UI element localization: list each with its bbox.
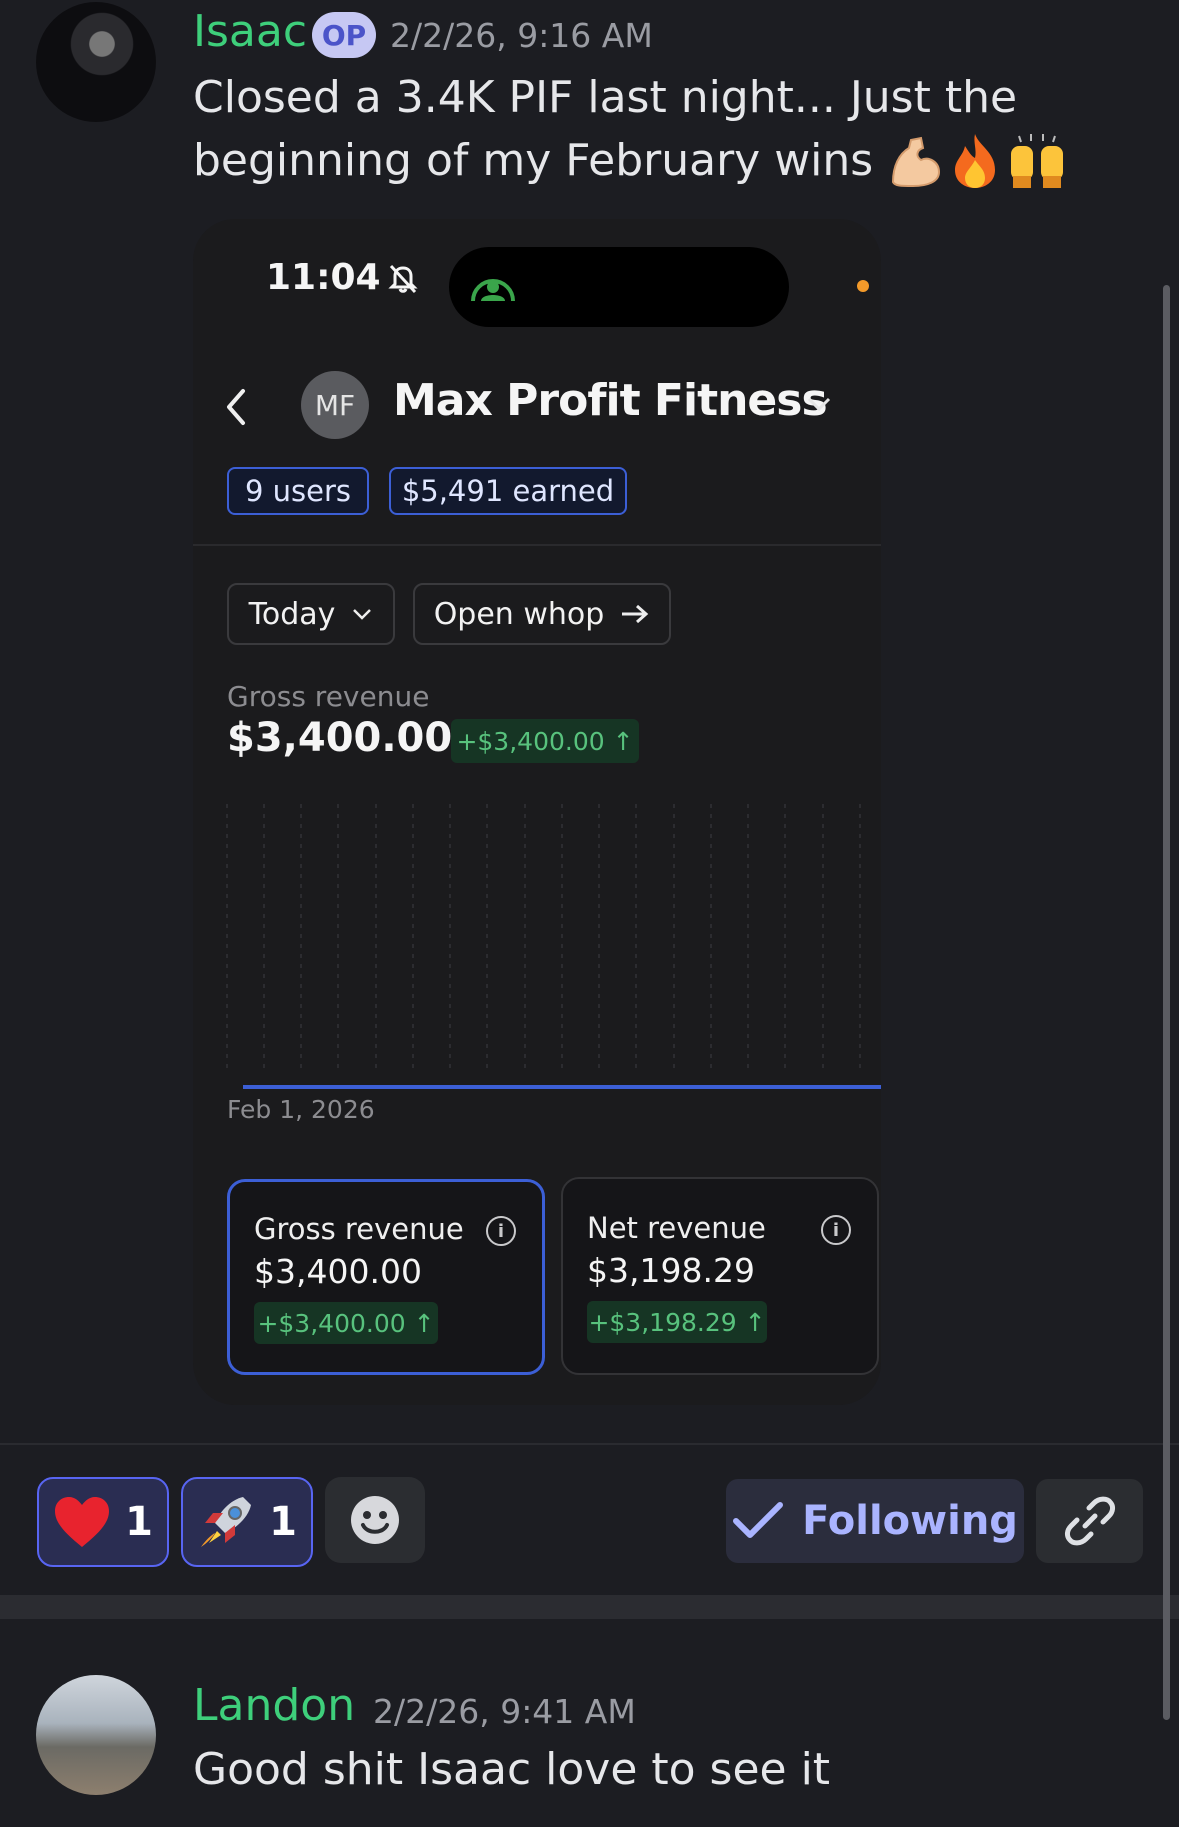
status-time: 11:04 [266, 257, 381, 298]
message-divider [0, 1443, 1179, 1445]
reaction-rocket-count: 1 [269, 1499, 297, 1545]
card-net-change: +$3,198.29 ↑ [587, 1301, 767, 1343]
gross-change-badge: +$3,400.00 ↑ [451, 719, 639, 763]
post-text-line1: Closed a 3.4K PIF last night... Just the [193, 72, 1018, 123]
earned-tag[interactable]: $5,491 earned [389, 467, 627, 515]
info-icon[interactable]: i [486, 1216, 516, 1246]
status-bar-time-row: 11:04 [266, 257, 419, 298]
period-dropdown[interactable]: Today [227, 583, 395, 645]
following-label: Following [802, 1498, 1018, 1544]
fire-icon [955, 133, 996, 188]
info-icon[interactable]: i [821, 1215, 851, 1245]
gross-revenue-value: $3,400.00 [227, 715, 453, 761]
chart-date-label: Feb 1, 2026 [227, 1095, 375, 1124]
header-divider [193, 544, 881, 546]
section-separator [0, 1595, 1179, 1619]
broadcast-icon [471, 279, 515, 302]
reply-text: Good shit Isaac love to see it [193, 1744, 831, 1795]
chevron-down-icon [353, 609, 372, 620]
users-tag[interactable]: 9 users [227, 467, 369, 515]
author-name[interactable]: Isaac [193, 6, 307, 57]
chevron-down-icon[interactable] [805, 395, 833, 415]
op-badge: OP [312, 12, 376, 58]
reaction-rocket[interactable]: 1 [181, 1477, 313, 1567]
smiley-icon [351, 1496, 399, 1544]
dynamic-island [449, 247, 789, 327]
open-whop-button[interactable]: Open whop [413, 583, 671, 645]
arrow-right-icon [622, 604, 649, 624]
flexed-biceps-icon [892, 136, 941, 187]
recording-dot [857, 280, 869, 292]
card-gross-change: +$3,400.00 ↑ [254, 1302, 438, 1344]
gross-revenue-label: Gross revenue [227, 680, 430, 713]
post-text-line2: beginning of my February wins [193, 135, 874, 186]
revenue-chart [226, 804, 881, 1089]
back-chevron-icon[interactable] [223, 387, 249, 427]
gross-revenue-card[interactable]: Gross revenue i $3,400.00 +$3,400.00 ↑ [227, 1179, 545, 1375]
post-text-line2-row: beginning of my February wins [193, 129, 1069, 192]
period-dropdown-label: Today [248, 596, 336, 632]
business-name[interactable]: Max Profit Fitness [393, 375, 828, 426]
card-net-value: $3,198.29 [587, 1251, 755, 1290]
reaction-heart[interactable]: 1 [37, 1477, 169, 1567]
reaction-heart-count: 1 [125, 1499, 153, 1545]
heart-icon [55, 1497, 110, 1547]
reply-author-name[interactable]: Landon [193, 1680, 355, 1731]
scrollbar[interactable] [1163, 285, 1170, 1720]
attached-screenshot[interactable]: 11:04 MF Max Profit Fitness 9 users $5,4… [193, 219, 881, 1405]
net-revenue-card[interactable]: Net revenue i $3,198.29 +$3,198.29 ↑ [561, 1177, 879, 1375]
reply-timestamp: 2/2/26, 9:41 AM [373, 1692, 636, 1731]
link-icon [1064, 1496, 1115, 1546]
card-gross-label: Gross revenue [254, 1212, 464, 1246]
reply-author-avatar[interactable] [36, 1675, 156, 1795]
checkmark-icon [733, 1502, 784, 1538]
card-gross-value: $3,400.00 [254, 1252, 422, 1291]
business-avatar: MF [301, 371, 369, 439]
raising-hands-icon [1011, 133, 1064, 188]
card-net-label: Net revenue [587, 1211, 766, 1245]
post-timestamp: 2/2/26, 9:16 AM [390, 16, 653, 55]
following-button[interactable]: Following [726, 1479, 1024, 1563]
emoji-row [887, 132, 1069, 190]
copy-link-button[interactable] [1036, 1479, 1143, 1563]
rocket-icon [201, 1497, 252, 1547]
author-avatar[interactable] [36, 2, 156, 122]
open-whop-label: Open whop [433, 596, 605, 632]
add-reaction-button[interactable] [325, 1477, 425, 1563]
bell-slash-icon [387, 264, 418, 293]
